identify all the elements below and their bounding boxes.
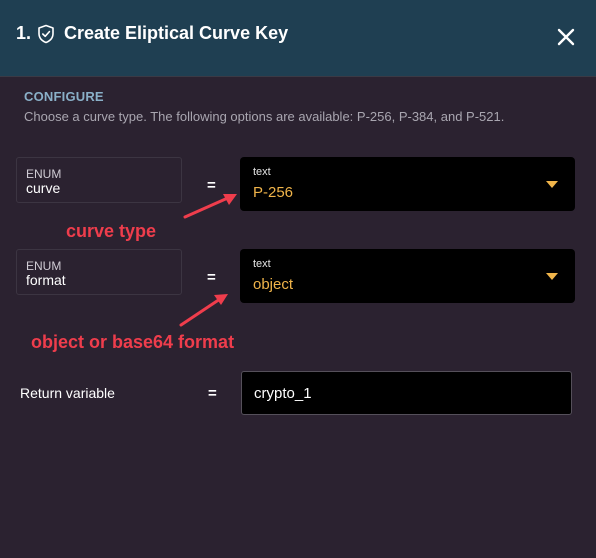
dialog: 1. Create Eliptical Curve Key CONFIGURE … <box>0 0 596 558</box>
param-type: ENUM <box>26 167 62 181</box>
dialog-header: 1. Create Eliptical Curve Key <box>0 0 596 77</box>
dialog-title: Create Eliptical Curve Key <box>64 23 289 43</box>
param-name: curve <box>26 180 61 196</box>
param-name: format <box>26 272 66 288</box>
value-type: text <box>253 166 271 178</box>
curve-select[interactable]: text P-256 <box>240 157 575 211</box>
section-description: Choose a curve type. The following optio… <box>24 109 505 124</box>
step-number: 1. <box>16 23 32 43</box>
section-title: CONFIGURE <box>24 89 104 104</box>
param-type: ENUM <box>26 259 62 273</box>
shield-check-icon <box>38 24 54 44</box>
close-icon[interactable] <box>554 25 578 49</box>
annotation-format: object or base64 format <box>31 332 235 352</box>
value-type: text <box>253 258 271 270</box>
return-variable-input[interactable] <box>241 371 572 415</box>
return-variable-label: Return variable <box>20 385 115 401</box>
annotation-curve-type: curve type <box>66 221 157 241</box>
param-label-format: ENUM format <box>16 249 182 295</box>
arrow-icon <box>179 294 228 327</box>
param-label-curve: ENUM curve <box>16 157 182 203</box>
equals-sign: = <box>207 269 216 286</box>
caret-down-icon <box>546 273 558 280</box>
equals-sign: = <box>208 385 217 402</box>
curve-value: P-256 <box>253 184 294 201</box>
format-select[interactable]: text object <box>240 249 575 303</box>
caret-down-icon <box>546 181 558 188</box>
format-value: object <box>253 276 294 293</box>
arrow-icon <box>183 194 237 219</box>
